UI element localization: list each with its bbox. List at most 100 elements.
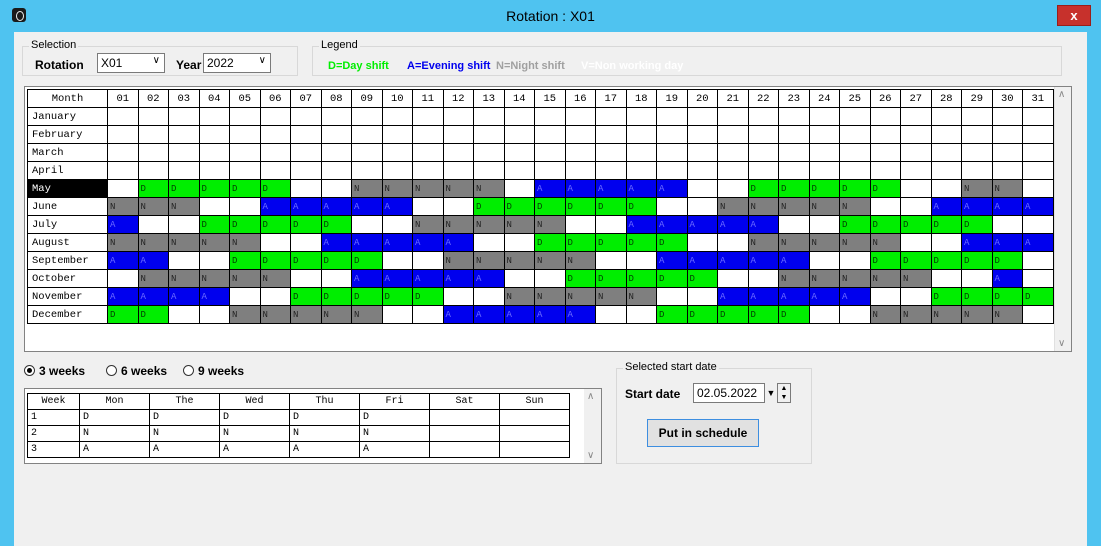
shift-cell[interactable]: [137, 215, 169, 234]
scroll-up-icon[interactable]: ∧: [587, 391, 594, 402]
shift-cell[interactable]: D: [869, 179, 901, 198]
shift-cell[interactable]: [625, 107, 657, 126]
shift-cell[interactable]: A: [686, 251, 718, 270]
shift-cell[interactable]: A: [320, 233, 352, 252]
shift-cell[interactable]: D: [717, 305, 749, 324]
shift-cell[interactable]: D: [137, 305, 169, 324]
shift-cell[interactable]: [320, 161, 352, 180]
shift-cell[interactable]: [839, 161, 871, 180]
shift-cell[interactable]: A: [595, 179, 627, 198]
shift-cell[interactable]: [290, 179, 322, 198]
week-scrollbar[interactable]: ∧ ∨: [584, 389, 601, 463]
week-cell[interactable]: D: [79, 409, 150, 426]
month-name-cell[interactable]: February: [27, 125, 108, 144]
shift-cell[interactable]: [473, 287, 505, 306]
shift-cell[interactable]: N: [198, 269, 230, 288]
shift-cell[interactable]: A: [656, 179, 688, 198]
shift-cell[interactable]: D: [198, 215, 230, 234]
shift-cell[interactable]: [686, 143, 718, 162]
shift-cell[interactable]: D: [900, 251, 932, 270]
shift-cell[interactable]: A: [442, 233, 474, 252]
shift-cell[interactable]: [930, 233, 962, 252]
shift-cell[interactable]: [534, 107, 566, 126]
shift-cell[interactable]: [198, 125, 230, 144]
week-cell[interactable]: [499, 441, 570, 458]
shift-cell[interactable]: A: [290, 197, 322, 216]
shift-cell[interactable]: D: [991, 287, 1023, 306]
shift-cell[interactable]: [839, 143, 871, 162]
week-cell[interactable]: A: [289, 441, 360, 458]
shift-cell[interactable]: [259, 161, 291, 180]
shift-cell[interactable]: [900, 107, 932, 126]
week-cell[interactable]: A: [79, 441, 150, 458]
shift-cell[interactable]: [930, 179, 962, 198]
shift-cell[interactable]: [320, 107, 352, 126]
shift-cell[interactable]: [686, 233, 718, 252]
shift-cell[interactable]: A: [717, 215, 749, 234]
shift-cell[interactable]: [961, 107, 993, 126]
shift-cell[interactable]: D: [595, 233, 627, 252]
shift-cell[interactable]: [778, 143, 810, 162]
month-row[interactable]: March: [27, 143, 1054, 162]
week-cell[interactable]: N: [219, 425, 290, 442]
shift-cell[interactable]: N: [991, 305, 1023, 324]
shift-cell[interactable]: [564, 125, 596, 144]
shift-cell[interactable]: N: [747, 197, 779, 216]
week-cell[interactable]: N: [359, 425, 430, 442]
shift-cell[interactable]: A: [778, 287, 810, 306]
shift-cell[interactable]: [534, 125, 566, 144]
shift-cell[interactable]: [381, 161, 413, 180]
week-cell[interactable]: N: [79, 425, 150, 442]
shift-cell[interactable]: [686, 287, 718, 306]
shift-cell[interactable]: N: [259, 305, 291, 324]
shift-cell[interactable]: D: [839, 215, 871, 234]
shift-cell[interactable]: [442, 161, 474, 180]
shift-cell[interactable]: A: [1022, 197, 1054, 216]
shift-cell[interactable]: D: [534, 233, 566, 252]
week-cell[interactable]: D: [219, 409, 290, 426]
shift-cell[interactable]: D: [869, 215, 901, 234]
shift-cell[interactable]: [1022, 107, 1054, 126]
shift-cell[interactable]: N: [107, 233, 139, 252]
put-in-schedule-button[interactable]: Put in schedule: [647, 419, 759, 447]
shift-cell[interactable]: [625, 161, 657, 180]
radio-9-weeks[interactable]: 9 weeks: [183, 364, 244, 378]
shift-cell[interactable]: [198, 251, 230, 270]
shift-cell[interactable]: [991, 125, 1023, 144]
shift-cell[interactable]: N: [168, 197, 200, 216]
shift-cell[interactable]: [686, 107, 718, 126]
shift-cell[interactable]: [717, 269, 749, 288]
week-cell[interactable]: D: [149, 409, 220, 426]
shift-cell[interactable]: [534, 269, 566, 288]
shift-cell[interactable]: N: [412, 179, 444, 198]
shift-cell[interactable]: [107, 107, 139, 126]
month-row[interactable]: May D D D D D N N N N N A A A A A D D D D D N N: [27, 179, 1054, 198]
shift-cell[interactable]: [991, 107, 1023, 126]
shift-cell[interactable]: A: [656, 215, 688, 234]
week-cell[interactable]: [429, 441, 500, 458]
shift-cell[interactable]: N: [351, 179, 383, 198]
shift-cell[interactable]: D: [778, 179, 810, 198]
week-cell[interactable]: N: [289, 425, 360, 442]
shift-cell[interactable]: [808, 107, 840, 126]
shift-cell[interactable]: [900, 233, 932, 252]
shift-cell[interactable]: [137, 107, 169, 126]
shift-cell[interactable]: D: [259, 251, 291, 270]
rotation-combo[interactable]: X01 ∨: [97, 53, 165, 73]
shift-cell[interactable]: D: [290, 215, 322, 234]
shift-cell[interactable]: N: [503, 215, 535, 234]
shift-cell[interactable]: A: [961, 233, 993, 252]
shift-cell[interactable]: D: [412, 287, 444, 306]
shift-cell[interactable]: N: [595, 287, 627, 306]
shift-cell[interactable]: A: [1022, 233, 1054, 252]
shift-cell[interactable]: N: [808, 233, 840, 252]
shift-cell[interactable]: A: [412, 269, 444, 288]
shift-cell[interactable]: [717, 125, 749, 144]
shift-cell[interactable]: [290, 125, 322, 144]
shift-cell[interactable]: D: [381, 287, 413, 306]
shift-cell[interactable]: A: [320, 197, 352, 216]
shift-cell[interactable]: N: [717, 197, 749, 216]
shift-cell[interactable]: [442, 197, 474, 216]
shift-cell[interactable]: [900, 143, 932, 162]
shift-cell[interactable]: D: [656, 269, 688, 288]
